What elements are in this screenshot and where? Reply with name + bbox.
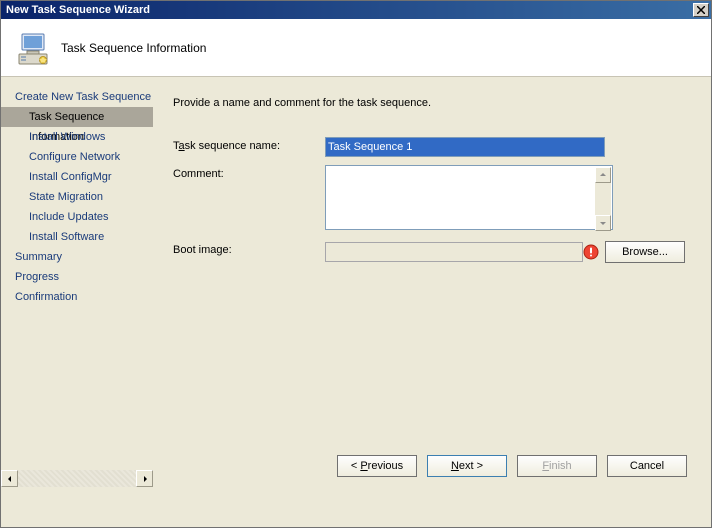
finish-button: Finish bbox=[517, 455, 597, 477]
label-boot-image: Boot image: bbox=[173, 241, 325, 256]
close-button[interactable] bbox=[693, 3, 709, 17]
scroll-right-button[interactable] bbox=[136, 470, 153, 487]
wizard-footer: < Previous Next > Finish Cancel bbox=[153, 445, 711, 487]
browse-button[interactable]: Browse... bbox=[605, 241, 685, 263]
sidebar-item-create-new-task-sequence[interactable]: Create New Task Sequence bbox=[1, 87, 153, 107]
arrow-right-icon bbox=[142, 476, 148, 482]
sidebar-item-configure-network[interactable]: Configure Network bbox=[1, 147, 153, 167]
scroll-up-button[interactable] bbox=[595, 167, 611, 183]
instruction-text: Provide a name and comment for the task … bbox=[173, 95, 685, 109]
sidebar-horizontal-scrollbar[interactable] bbox=[1, 470, 153, 487]
sidebar-item-confirmation[interactable]: Confirmation bbox=[1, 287, 153, 307]
label-task-sequence-name: Task sequence name: bbox=[173, 137, 325, 152]
next-button[interactable]: Next > bbox=[427, 455, 507, 477]
content-panel: Provide a name and comment for the task … bbox=[153, 77, 711, 487]
row-comment: Comment: bbox=[173, 165, 685, 233]
row-boot-image: Boot image: Browse... bbox=[173, 241, 685, 263]
close-icon bbox=[697, 6, 705, 14]
sidebar-item-include-updates[interactable]: Include Updates bbox=[1, 207, 153, 227]
comment-textarea[interactable] bbox=[325, 165, 613, 230]
label-comment: Comment: bbox=[173, 165, 325, 180]
scroll-down-button[interactable] bbox=[595, 215, 611, 231]
sidebar-item-task-sequence-information[interactable]: Task Sequence Information bbox=[1, 107, 153, 127]
row-name: Task sequence name: bbox=[173, 137, 685, 157]
wizard-icon bbox=[15, 30, 51, 66]
comment-scrollbar[interactable] bbox=[595, 167, 611, 231]
sidebar-item-install-software[interactable]: Install Software bbox=[1, 227, 153, 247]
banner: Task Sequence Information bbox=[1, 19, 711, 77]
banner-title: Task Sequence Information bbox=[61, 41, 206, 55]
sidebar: Create New Task SequenceTask Sequence In… bbox=[1, 77, 153, 487]
sidebar-item-summary[interactable]: Summary bbox=[1, 247, 153, 267]
arrow-down-icon bbox=[600, 220, 606, 226]
arrow-up-icon bbox=[600, 172, 606, 178]
scroll-track[interactable] bbox=[595, 183, 611, 215]
previous-button[interactable]: < Previous bbox=[337, 455, 417, 477]
task-sequence-name-input[interactable] bbox=[325, 137, 605, 157]
scroll-track[interactable] bbox=[18, 470, 136, 487]
nav-list: Create New Task SequenceTask Sequence In… bbox=[1, 77, 153, 307]
boot-image-input bbox=[325, 242, 583, 262]
sidebar-item-install-configmgr[interactable]: Install ConfigMgr bbox=[1, 167, 153, 187]
title-bar: New Task Sequence Wizard bbox=[1, 1, 711, 19]
window-title: New Task Sequence Wizard bbox=[6, 4, 150, 16]
arrow-left-icon bbox=[7, 476, 13, 482]
scroll-left-button[interactable] bbox=[1, 470, 18, 487]
sidebar-item-state-migration[interactable]: State Migration bbox=[1, 187, 153, 207]
sidebar-item-install-windows[interactable]: Install Windows bbox=[1, 127, 153, 147]
warning-icon bbox=[583, 244, 599, 260]
sidebar-item-progress[interactable]: Progress bbox=[1, 267, 153, 287]
main-area: Create New Task SequenceTask Sequence In… bbox=[1, 77, 711, 487]
cancel-button[interactable]: Cancel bbox=[607, 455, 687, 477]
